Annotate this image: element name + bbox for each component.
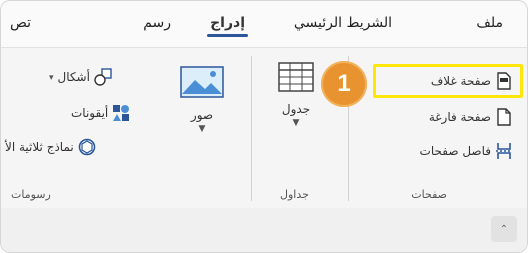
icons-icon xyxy=(112,104,130,122)
highlight-box xyxy=(373,64,523,98)
pages-group-label: صفحات xyxy=(411,188,447,201)
table-icon xyxy=(278,62,314,96)
collapse-ribbon-button[interactable]: ⌃ xyxy=(491,216,517,242)
chevron-down-icon: ▼ xyxy=(198,124,206,134)
pictures-button[interactable]: صور ▼ xyxy=(171,66,233,134)
group-divider xyxy=(251,56,252,201)
chevron-down-icon: ▼ xyxy=(292,118,300,128)
table-button[interactable]: جدول ▼ xyxy=(265,62,327,128)
ribbon-screenshot: ملف الشريط الرئيسي إدراج رسم تص صفحة غلا… xyxy=(0,0,528,253)
page-break-button[interactable]: فاصل صفحات xyxy=(420,138,513,164)
ribbon-footer: ⌃ xyxy=(1,208,527,252)
tab-design-partial[interactable]: تص xyxy=(10,15,31,31)
page-break-icon xyxy=(495,142,513,160)
pictures-label: صور xyxy=(190,108,214,122)
tab-file[interactable]: ملف xyxy=(476,15,503,31)
tab-home[interactable]: الشريط الرئيسي xyxy=(294,15,392,31)
illustrations-group-label: رسومات xyxy=(11,188,51,201)
3d-model-icon xyxy=(78,138,96,156)
chevron-down-icon: ▾ xyxy=(49,73,54,83)
blank-page-icon xyxy=(495,108,513,126)
picture-icon xyxy=(180,66,224,102)
menu-bar: ملف الشريط الرئيسي إدراج رسم تص xyxy=(1,1,527,47)
blank-page-button[interactable]: صفحة فارغة xyxy=(429,104,513,130)
shapes-button[interactable]: أشكال ▾ xyxy=(49,64,112,90)
blank-page-label: صفحة فارغة xyxy=(428,110,491,124)
icons-button[interactable]: أيقونات xyxy=(71,100,130,126)
insert-ribbon: صفحة غلاف صفحة فارغة فاصل صفحات صفحات جد… xyxy=(1,47,527,209)
3d-models-button[interactable]: نماذج ثلاثية الأ xyxy=(5,134,96,160)
collapse-icon: ⌃ xyxy=(499,223,509,235)
tab-insert[interactable]: إدراج xyxy=(207,15,248,37)
tab-draw[interactable]: رسم xyxy=(143,15,171,31)
shapes-icon xyxy=(94,68,112,86)
table-label: جدول xyxy=(281,102,311,116)
step-callout: 1 xyxy=(321,61,367,107)
3d-models-label: نماذج ثلاثية الأ xyxy=(5,140,74,154)
icons-label: أيقونات xyxy=(71,106,109,120)
shapes-label: أشكال xyxy=(57,70,90,84)
tables-group-label: جداول xyxy=(280,188,309,201)
page-break-label: فاصل صفحات xyxy=(419,144,491,158)
